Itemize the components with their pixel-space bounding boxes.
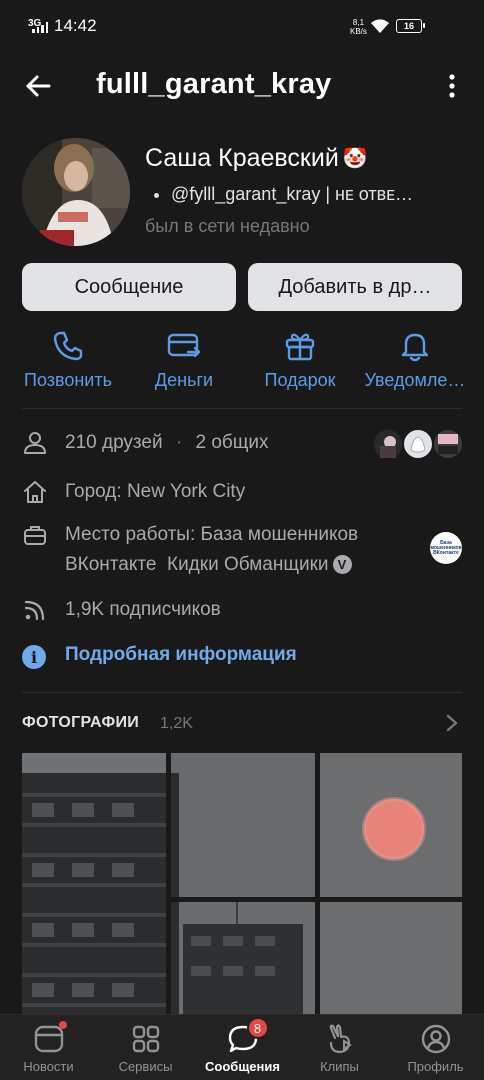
call-label: Позвонить xyxy=(24,370,112,390)
friends-info[interactable]: 210 друзей · 2 общих xyxy=(65,428,269,458)
more-info-link[interactable]: Подробная информация xyxy=(65,644,297,666)
home-icon xyxy=(24,481,46,503)
work-logo[interactable]: База мошенников ВКонтакте xyxy=(430,532,462,564)
last-seen: был в сети недавно xyxy=(145,216,310,236)
friends-avatars[interactable] xyxy=(372,428,464,460)
friend-avatar xyxy=(432,428,464,460)
messages-badge: 8 xyxy=(246,1017,269,1039)
tab-services[interactable]: Сервисы xyxy=(97,1023,194,1074)
profile-icon xyxy=(420,1023,452,1055)
add-friend-button[interactable]: Добавить в др… xyxy=(248,263,462,311)
gift-action[interactable]: Подарок xyxy=(241,328,359,391)
gift-icon xyxy=(285,333,315,361)
chevron-right-icon[interactable] xyxy=(444,712,460,734)
status-bullet xyxy=(154,192,159,198)
tab-profile-label: Профиль xyxy=(407,1059,464,1074)
unread-dot xyxy=(58,1021,67,1029)
photo-thumbnail[interactable] xyxy=(171,753,315,897)
status-bar: 3G 14:42 8,1 KB/s 16 xyxy=(0,0,484,54)
phone-icon xyxy=(53,331,83,361)
bottom-tab-bar: Новости Сервисы 8 Сообщения Клипы Профил… xyxy=(0,1014,484,1080)
battery-icon: 16 xyxy=(396,19,425,33)
divider xyxy=(22,408,462,409)
tab-clips-label: Клипы xyxy=(320,1059,359,1074)
photos-count: 1,2K xyxy=(160,715,193,732)
avatar[interactable] xyxy=(22,138,130,246)
wifi-icon xyxy=(371,19,389,33)
followers-info[interactable]: 1,9K подписчиков xyxy=(65,595,221,625)
services-icon xyxy=(130,1023,162,1055)
rss-icon xyxy=(24,600,45,621)
verified-icon: V xyxy=(332,555,352,575)
clock: 14:42 xyxy=(54,16,97,35)
signal-icon xyxy=(32,22,48,33)
work-line-2-text: ВКонтакте Кидки Обманщики xyxy=(65,554,329,575)
bell-icon xyxy=(401,333,429,362)
tab-messages-label: Сообщения xyxy=(205,1059,280,1074)
photo-thumbnail[interactable] xyxy=(22,753,166,1015)
profile-name-text: Саша Краевский xyxy=(145,144,339,172)
clips-icon xyxy=(324,1023,356,1055)
gift-label: Подарок xyxy=(264,370,336,390)
clown-emoji-icon: 🤡 xyxy=(342,148,368,170)
network-speed: 8,1 KB/s xyxy=(350,18,367,36)
city-info: Город: New York City xyxy=(65,481,246,502)
photos-grid xyxy=(22,753,462,1015)
photos-title[interactable]: ФОТОГРАФИИ xyxy=(22,714,139,732)
friends-icon xyxy=(24,432,46,454)
money-label: Деньги xyxy=(154,370,214,390)
friends-count: 210 друзей xyxy=(65,432,163,453)
notifications-label: Уведомле… xyxy=(364,370,466,390)
tab-news-label: Новости xyxy=(23,1059,74,1074)
notifications-action[interactable]: Уведомле… xyxy=(356,328,474,391)
photo-thumbnail[interactable] xyxy=(171,902,315,1015)
tab-clips[interactable]: Клипы xyxy=(291,1023,388,1074)
info-icon: i xyxy=(22,645,46,669)
arrow-left-icon[interactable] xyxy=(22,70,54,102)
mutual-friends-count: 2 общих xyxy=(195,432,269,453)
news-icon xyxy=(33,1021,67,1055)
work-info[interactable]: Место работы: База мошенников ВКонтакте … xyxy=(65,520,425,580)
page-title: fulll_garant_kray xyxy=(96,68,332,100)
money-transfer-icon xyxy=(167,333,201,358)
more-vertical-icon[interactable] xyxy=(440,70,464,102)
messages-icon: 8 xyxy=(227,1017,269,1055)
work-line-1: Место работы: База мошенников xyxy=(65,524,359,545)
separator-dot: · xyxy=(175,432,183,453)
message-button[interactable]: Сообщение xyxy=(22,263,236,311)
money-action[interactable]: Деньги xyxy=(125,328,243,391)
divider xyxy=(22,692,462,693)
call-action[interactable]: Позвонить xyxy=(9,328,127,391)
work-line-2: ВКонтакте Кидки Обманщики V xyxy=(65,550,425,580)
tab-profile[interactable]: Профиль xyxy=(387,1023,484,1074)
tab-news[interactable]: Новости xyxy=(0,1021,97,1074)
photo-thumbnail[interactable] xyxy=(320,902,462,1015)
friend-avatar xyxy=(402,428,434,460)
tab-messages[interactable]: 8 Сообщения xyxy=(194,1017,291,1074)
profile-status: @fylll_garant_kray | нᴇ отвᴇ… xyxy=(150,184,460,205)
tab-services-label: Сервисы xyxy=(118,1059,173,1074)
friend-avatar xyxy=(372,428,404,460)
profile-name: Саша Краевский 🤡 xyxy=(145,144,368,173)
photo-thumbnail[interactable] xyxy=(320,753,462,897)
briefcase-icon xyxy=(24,526,46,545)
profile-status-text: @fylll_garant_kray | нᴇ отвᴇ… xyxy=(171,184,414,204)
